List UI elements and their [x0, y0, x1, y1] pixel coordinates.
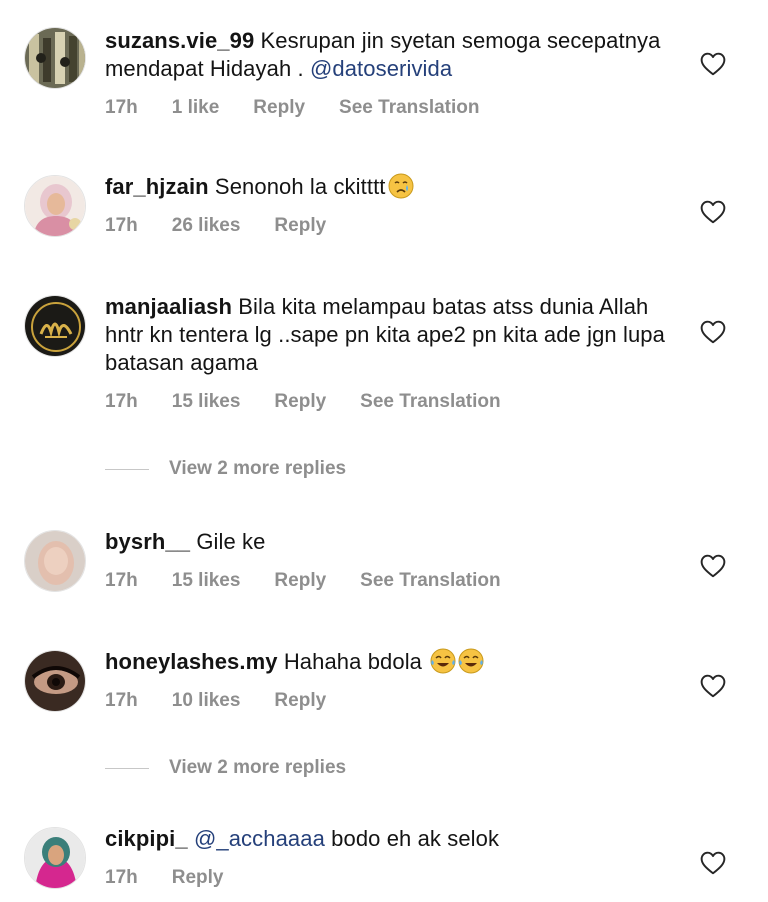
avatar[interactable]: [24, 650, 86, 712]
heart-outline-icon[interactable]: [700, 320, 726, 344]
comment-username[interactable]: honeylashes.my: [105, 649, 278, 674]
reply-button[interactable]: Reply: [274, 690, 326, 712]
comment-body: Hahaha bdola: [283, 649, 423, 674]
comment-meta: 17h 1 like Reply See Translation: [105, 97, 675, 119]
comment-meta: 17h Reply: [105, 867, 675, 889]
like-count[interactable]: 26 likes: [172, 215, 241, 237]
comment-time: 17h: [105, 215, 138, 236]
divider-line: [105, 468, 149, 470]
comment-mention[interactable]: @_acchaaaa: [194, 826, 325, 851]
heart-outline-icon[interactable]: [700, 200, 726, 224]
comment-meta: 17h 26 likes Reply: [105, 215, 675, 237]
comment-meta: 17h 15 likes Reply See Translation: [105, 391, 675, 413]
see-translation-button[interactable]: See Translation: [360, 391, 500, 413]
heart-outline-icon[interactable]: [700, 674, 726, 698]
comment-time: 17h: [105, 391, 138, 412]
reply-button[interactable]: Reply: [274, 570, 326, 592]
comment-text: cikpipi_ @_acchaaaa bodo eh ak selok: [105, 825, 675, 853]
avatar[interactable]: [24, 27, 86, 89]
comment-username[interactable]: cikpipi_: [105, 826, 188, 851]
view-more-replies-label: View 2 more replies: [169, 757, 347, 778]
comment-time: 17h: [105, 867, 138, 888]
avatar[interactable]: [24, 530, 86, 592]
comment-username[interactable]: suzans.vie_99: [105, 28, 254, 53]
reply-button[interactable]: Reply: [253, 97, 305, 119]
comment-username[interactable]: far_hjzain: [105, 174, 209, 199]
comment-time: 17h: [105, 97, 138, 118]
comment-username[interactable]: bysrh__: [105, 529, 190, 554]
comment-mention[interactable]: @datoserivida: [310, 56, 452, 81]
see-translation-button[interactable]: See Translation: [360, 570, 500, 592]
reply-button[interactable]: Reply: [274, 215, 326, 237]
comment-text: manjaaliash Bila kita melampau batas ats…: [105, 293, 675, 377]
like-count[interactable]: 10 likes: [172, 690, 241, 712]
comment-time: 17h: [105, 690, 138, 711]
heart-outline-icon[interactable]: [700, 554, 726, 578]
tears-of-joy-emoji: [458, 648, 484, 674]
like-count[interactable]: 15 likes: [172, 570, 241, 592]
reply-button[interactable]: Reply: [274, 391, 326, 413]
comment-body: Senonoh la ckitttt: [214, 174, 386, 199]
comment-text: far_hjzain Senonoh la ckitttt: [105, 173, 675, 201]
divider-line: [105, 767, 149, 769]
avatar[interactable]: [24, 295, 86, 357]
like-count[interactable]: 15 likes: [172, 391, 241, 413]
comment-meta: 17h 15 likes Reply See Translation: [105, 570, 675, 592]
view-more-replies-button[interactable]: View 2 more replies: [105, 757, 346, 779]
heart-outline-icon[interactable]: [700, 851, 726, 875]
comment-meta: 17h 10 likes Reply: [105, 690, 675, 712]
see-translation-button[interactable]: See Translation: [339, 97, 479, 119]
comment-time: 17h: [105, 570, 138, 591]
tears-of-joy-emoji: [430, 648, 456, 674]
view-more-replies-label: View 2 more replies: [169, 458, 347, 479]
avatar[interactable]: [24, 827, 86, 889]
comment-text: bysrh__ Gile ke: [105, 528, 675, 556]
comment-text: honeylashes.my Hahaha bdola: [105, 648, 675, 676]
comment-username[interactable]: manjaaliash: [105, 294, 232, 319]
reply-button[interactable]: Reply: [172, 867, 224, 889]
crying-face-emoji: [388, 173, 413, 199]
avatar[interactable]: [24, 175, 86, 237]
heart-outline-icon[interactable]: [700, 52, 726, 76]
view-more-replies-button[interactable]: View 2 more replies: [105, 458, 346, 480]
comment-body: bodo eh ak selok: [331, 826, 500, 851]
like-count[interactable]: 1 like: [172, 97, 220, 119]
comment-text: suzans.vie_99 Kesrupan jin syetan semoga…: [105, 27, 675, 83]
comment-body: Gile ke: [196, 529, 266, 554]
